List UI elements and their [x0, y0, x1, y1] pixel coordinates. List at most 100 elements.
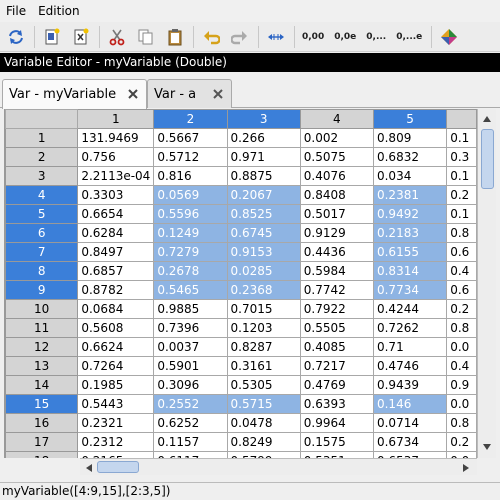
plot-button[interactable] — [437, 25, 461, 49]
table-cell[interactable]: 0.4244 — [372, 299, 448, 319]
table-cell[interactable]: 0.4076 — [299, 166, 374, 186]
table-cell[interactable]: 0.6624 — [77, 337, 155, 357]
row-header[interactable]: 3 — [5, 166, 79, 186]
table-cell[interactable]: 0.9129 — [299, 223, 374, 243]
row-header[interactable]: 4 — [5, 185, 79, 205]
table-cell[interactable]: 0.3096 — [153, 375, 228, 395]
table-cell[interactable]: 0.9 — [446, 375, 477, 395]
table-cell[interactable]: 0.0684 — [77, 299, 155, 319]
table-cell[interactable]: 0.6155 — [372, 242, 448, 262]
column-header[interactable]: 3 — [226, 109, 301, 129]
table-cell[interactable]: 0.7264 — [77, 356, 155, 376]
row-header[interactable]: 9 — [5, 280, 79, 300]
table-cell[interactable]: 0.6 — [446, 242, 477, 262]
row-header[interactable]: 11 — [5, 318, 79, 338]
table-cell[interactable]: 0.1 — [446, 128, 477, 148]
table-cell[interactable]: 0.5901 — [153, 356, 228, 376]
table-cell[interactable]: 0.7396 — [153, 318, 228, 338]
horizontal-scrollbar[interactable] — [80, 458, 477, 475]
row-header[interactable]: 10 — [5, 299, 79, 319]
table-cell[interactable]: 0.266 — [226, 128, 301, 148]
table-cell[interactable]: 0.0037 — [153, 337, 228, 357]
tab-var-a[interactable]: Var - a — [147, 79, 232, 108]
format-exponential-button[interactable]: 0,0e — [332, 25, 358, 49]
table-cell[interactable]: 0.6857 — [77, 261, 155, 281]
close-icon[interactable] — [211, 87, 225, 101]
table-cell[interactable]: 0.8249 — [226, 432, 301, 452]
horizontal-scroll-thumb[interactable] — [97, 461, 139, 473]
table-cell[interactable]: 0.816 — [153, 166, 228, 186]
table-cell[interactable]: 0.8408 — [299, 185, 374, 205]
table-cell[interactable]: 0.1575 — [299, 432, 374, 452]
table-cell[interactable]: 0.756 — [77, 147, 155, 167]
vertical-scrollbar[interactable] — [477, 109, 496, 458]
format-more-decimals-button[interactable]: 0,... — [364, 25, 388, 49]
table-cell[interactable]: 0.6 — [446, 280, 477, 300]
table-cell[interactable]: 0.6654 — [77, 204, 155, 224]
table-cell[interactable]: 0.8 — [446, 413, 477, 433]
table-cell[interactable]: 0.9153 — [226, 242, 301, 262]
table-cell[interactable]: 0.5608 — [77, 318, 155, 338]
table-cell[interactable]: 0.0714 — [372, 413, 448, 433]
scroll-down-icon[interactable] — [480, 440, 494, 454]
row-header[interactable]: 18 — [5, 451, 79, 458]
row-header[interactable]: 5 — [5, 204, 79, 224]
table-cell[interactable]: 0.71 — [372, 337, 448, 357]
column-header[interactable]: 4 — [299, 109, 374, 129]
table-cell[interactable]: 0.2321 — [77, 413, 155, 433]
column-header[interactable] — [446, 109, 477, 129]
tab-myvariable[interactable]: Var - myVariable — [2, 79, 147, 109]
table-cell[interactable]: 0.002 — [299, 128, 374, 148]
close-icon[interactable] — [126, 87, 140, 101]
table-cell[interactable]: 0.4 — [446, 356, 477, 376]
scroll-left-icon[interactable] — [82, 461, 96, 475]
column-header[interactable]: 5 — [372, 109, 448, 129]
corner-header[interactable] — [5, 109, 79, 129]
table-cell[interactable]: 0.809 — [372, 128, 448, 148]
table-cell[interactable]: 0.7015 — [226, 299, 301, 319]
table-cell[interactable]: 0.7734 — [372, 280, 448, 300]
table-cell[interactable]: 0.5712 — [153, 147, 228, 167]
table-cell[interactable]: 0.5667 — [153, 128, 228, 148]
table-cell[interactable]: 0.8 — [446, 223, 477, 243]
table-cell[interactable]: 0.146 — [372, 394, 448, 414]
table-cell[interactable]: 0.8875 — [226, 166, 301, 186]
table-cell[interactable]: 0.0 — [446, 337, 477, 357]
table-cell[interactable]: 0.2312 — [77, 432, 155, 452]
variable-grid[interactable]: 12345 1 131.9469 0.5667 0.266 0.002 0.809 0.1 2… — [4, 109, 477, 458]
table-cell[interactable]: 0.9885 — [153, 299, 228, 319]
table-cell[interactable]: 0.1157 — [153, 432, 228, 452]
table-cell[interactable]: 0.6393 — [299, 394, 374, 414]
vertical-scroll-thumb[interactable] — [481, 129, 494, 189]
format-more-exponential-button[interactable]: 0,...e — [394, 25, 424, 49]
row-header[interactable]: 16 — [5, 413, 79, 433]
table-cell[interactable]: 0.2368 — [226, 280, 301, 300]
scroll-right-icon[interactable] — [459, 461, 473, 475]
table-cell[interactable]: 0.5505 — [299, 318, 374, 338]
table-cell[interactable]: 0.6284 — [77, 223, 155, 243]
table-cell[interactable]: 0.9492 — [372, 204, 448, 224]
clear-variable-button[interactable] — [69, 25, 93, 49]
refresh-button[interactable] — [4, 25, 28, 49]
table-cell[interactable]: 0.2183 — [372, 223, 448, 243]
table-cell[interactable]: 0.5017 — [299, 204, 374, 224]
table-cell[interactable]: 0.8525 — [226, 204, 301, 224]
table-cell[interactable]: 0.2 — [446, 299, 477, 319]
table-cell[interactable]: 0.0478 — [226, 413, 301, 433]
row-header[interactable]: 6 — [5, 223, 79, 243]
table-cell[interactable]: 0.1203 — [226, 318, 301, 338]
row-header[interactable]: 12 — [5, 337, 79, 357]
fit-columns-button[interactable] — [264, 25, 288, 49]
table-cell[interactable]: 0.8287 — [226, 337, 301, 357]
table-cell[interactable]: 0.7217 — [299, 356, 374, 376]
table-cell[interactable]: 2.2113e-04 — [77, 166, 155, 186]
table-cell[interactable]: 0.7279 — [153, 242, 228, 262]
table-cell[interactable]: 0.3161 — [226, 356, 301, 376]
table-cell[interactable]: 0.034 — [372, 166, 448, 186]
column-header[interactable]: 1 — [77, 109, 155, 129]
table-cell[interactable]: 0.0285 — [226, 261, 301, 281]
table-cell[interactable]: 0.6745 — [226, 223, 301, 243]
table-cell[interactable]: 0.5443 — [77, 394, 155, 414]
cut-button[interactable] — [105, 25, 129, 49]
table-cell[interactable]: 0.5305 — [226, 375, 301, 395]
